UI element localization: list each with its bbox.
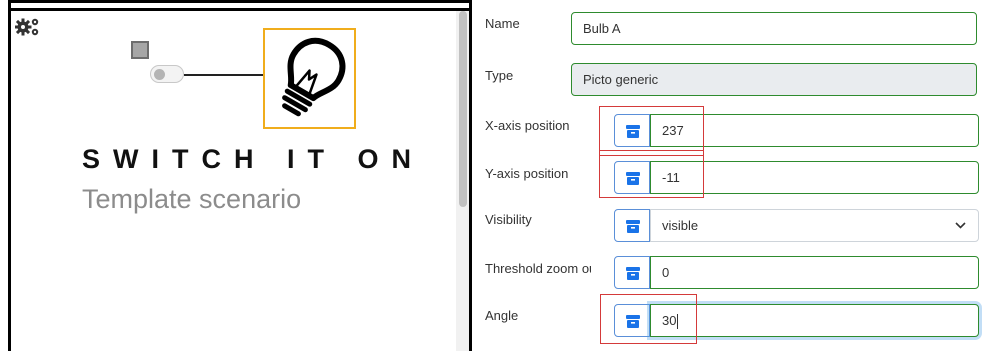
canvas-border <box>8 8 472 11</box>
toggle-switch-icon[interactable] <box>150 65 184 83</box>
highlight-box <box>599 150 704 198</box>
angle-input[interactable]: 30 <box>650 304 979 337</box>
threshold-zoom-label: Threshold zoom ou <box>485 261 591 276</box>
visibility-label: Visibility <box>485 212 532 227</box>
angle-label: Angle <box>485 308 519 323</box>
name-label: Name <box>485 16 520 31</box>
canvas-scrollbar-thumb[interactable] <box>459 11 467 207</box>
lightbulb-icon <box>282 37 346 117</box>
visibility-property-button[interactable] <box>614 209 650 242</box>
x-position-label: X-axis position <box>485 118 570 133</box>
toggle-knob <box>154 69 165 80</box>
type-label: Type <box>485 68 514 83</box>
scenario-subtitle: Template scenario <box>82 184 302 214</box>
threshold-zoom-property-button[interactable] <box>614 256 650 289</box>
archive-box-icon <box>626 220 640 233</box>
bulb-element[interactable] <box>263 28 356 129</box>
gears-icon[interactable] <box>14 17 41 37</box>
visibility-select-value: visible <box>662 218 699 233</box>
canvas-border <box>8 0 11 351</box>
threshold-zoom-input[interactable]: 0 <box>650 256 979 289</box>
visibility-select[interactable]: visible <box>650 209 979 242</box>
y-position-label: Y-axis position <box>485 166 569 181</box>
canvas-border <box>8 0 472 3</box>
archive-box-icon <box>626 267 640 280</box>
type-field: Picto generic <box>571 63 977 96</box>
highlight-box <box>600 294 697 344</box>
canvas-border <box>469 0 472 351</box>
wire-connector <box>184 74 264 76</box>
highlight-box <box>599 106 704 156</box>
square-icon[interactable] <box>131 41 149 59</box>
scenario-canvas[interactable]: SWITCH IT ON Template scenario <box>0 0 474 351</box>
scenario-title: SWITCH IT ON <box>82 144 424 174</box>
properties-panel: Name Bulb A Type Picto generic X-axis po… <box>474 0 1004 351</box>
chevron-down-icon <box>955 222 966 229</box>
name-field[interactable]: Bulb A <box>571 12 977 45</box>
